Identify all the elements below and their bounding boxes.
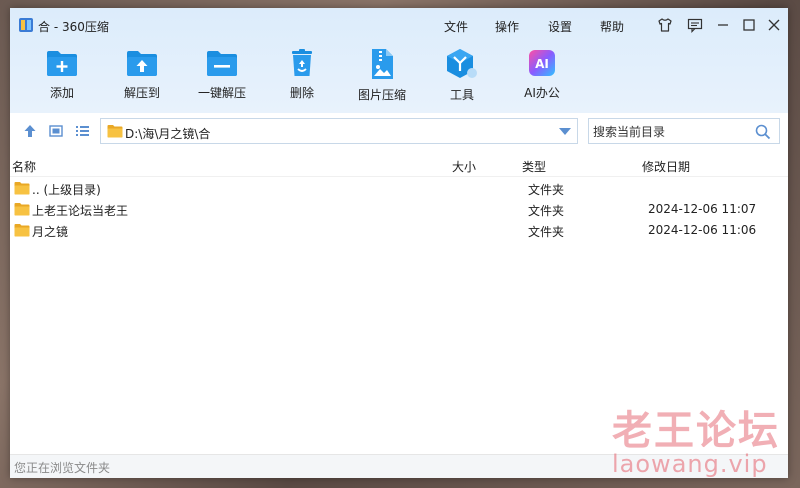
recycle-bin-icon [292,49,312,76]
image-compress-label: 图片压缩 [357,88,406,102]
watermark-cn: 老王论坛 [612,408,780,454]
delete-label: 删除 [289,86,314,100]
ai-office-button[interactable]: AI AI办公 [502,48,582,108]
file-name: 月之镜 [32,225,69,239]
delete-button[interactable]: 删除 [262,48,342,108]
tools-label: 工具 [449,88,474,102]
menu-file[interactable]: 文件 [444,18,468,35]
status-text: 您正在浏览文件夹 [14,461,111,475]
folder-icon [14,182,30,195]
image-compress-button[interactable]: 图片压缩 [342,48,422,108]
one-click-extract-label: 一键解压 [197,86,246,100]
view-thumbnail-icon[interactable] [48,123,64,139]
app-logo-icon [19,18,33,32]
one-click-extract-icon [207,51,237,76]
menu-operate[interactable]: 操作 [495,18,519,35]
column-modified[interactable]: 修改日期 [642,158,690,175]
folder-icon [107,125,123,138]
skin-shirt-icon[interactable] [656,16,674,34]
tools-button[interactable]: 工具 [422,48,502,108]
ai-office-label: AI办公 [524,86,560,100]
ai-office-icon: AI [529,50,555,76]
maximize-icon[interactable] [740,16,758,34]
column-size[interactable]: 大小 [452,158,476,175]
extract-to-button[interactable]: 解压到 [102,48,182,108]
up-arrow-icon[interactable] [22,123,38,139]
column-header: 名称 大小 类型 修改日期 [10,154,788,177]
address-bar[interactable]: D:\海\月之镜\合 [100,118,578,144]
file-type: 文件夹 [528,225,565,239]
file-name: 上老王论坛当老王 [32,204,129,218]
window-title: 合 - 360压缩 [38,20,109,34]
file-type: 文件夹 [528,204,565,218]
extract-to-label: 解压到 [123,86,160,100]
ai-badge-text: AI [535,57,549,71]
add-label: 添加 [49,86,74,100]
file-modified: 2024-12-06 11:07 [648,202,757,216]
list-item[interactable]: 上老王论坛当老王 文件夹 2024-12-06 11:07 [10,199,788,220]
file-name: .. (上级目录) [32,183,101,197]
tools-icon [447,49,477,78]
search-input[interactable] [591,123,755,141]
column-name[interactable]: 名称 [12,158,36,175]
folder-icon [14,203,30,216]
list-item[interactable]: .. (上级目录) 文件夹 [10,178,788,199]
view-list-icon[interactable] [74,123,90,139]
address-path: D:\海\月之镜\合 [125,127,211,141]
add-folder-icon [47,51,77,76]
watermark-url: laowang.vip [612,450,768,478]
column-type[interactable]: 类型 [522,158,546,175]
feedback-icon[interactable] [686,16,704,34]
file-modified: 2024-12-06 11:06 [648,223,757,237]
file-type: 文件夹 [528,183,565,197]
list-item[interactable]: 月之镜 文件夹 2024-12-06 11:06 [10,220,788,241]
minimize-icon[interactable] [714,16,732,34]
extract-to-folder-icon [127,51,157,76]
menu-help[interactable]: 帮助 [600,18,624,35]
search-box[interactable] [588,118,780,144]
chevron-down-icon[interactable] [559,128,571,136]
image-compress-icon [372,49,393,79]
menu-settings[interactable]: 设置 [548,18,572,35]
folder-icon [14,224,30,237]
add-button[interactable]: 添加 [22,48,102,108]
close-icon[interactable] [765,16,783,34]
one-click-extract-button[interactable]: 一键解压 [182,48,262,108]
search-icon[interactable] [755,124,771,140]
